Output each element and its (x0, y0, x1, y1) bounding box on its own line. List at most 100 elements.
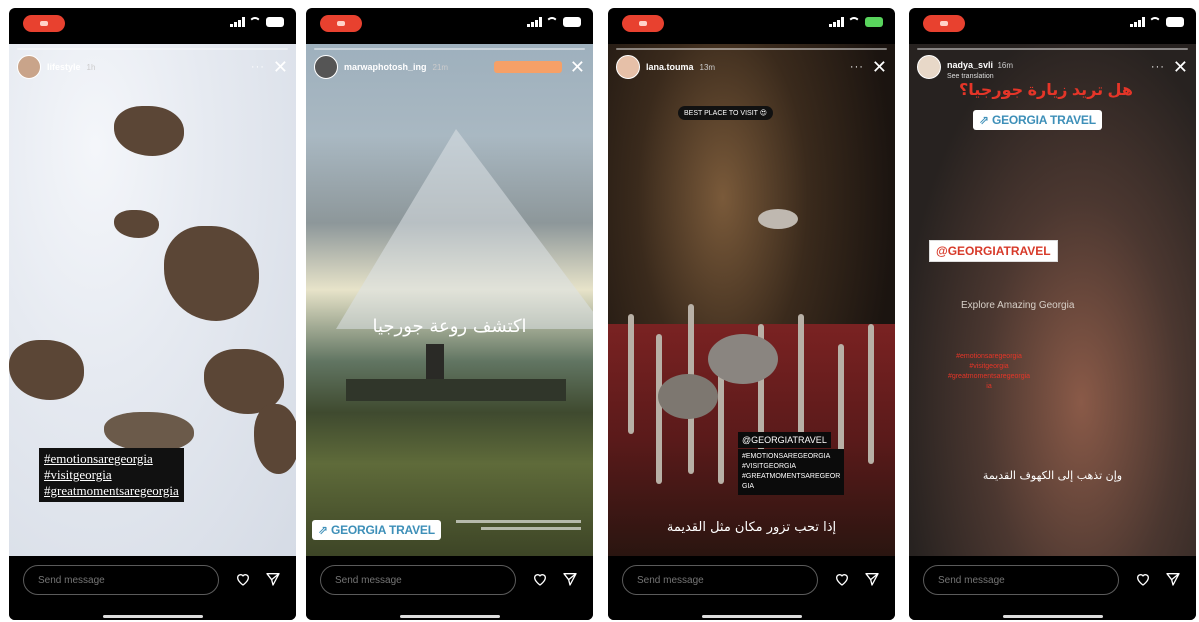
more-options-icon[interactable]: ··· (251, 61, 265, 73)
hashtag[interactable]: #greatmomentsaregeorgia (44, 483, 179, 499)
recording-indicator (320, 15, 362, 32)
hashtag[interactable]: ia (929, 382, 1049, 392)
arabic-caption: اكتشف روعة جورجيا (372, 316, 527, 337)
hashtag[interactable]: #EMOTIONSAREGEORGIA (742, 452, 840, 462)
reply-bar (608, 558, 895, 620)
status-bar (306, 8, 593, 40)
close-icon[interactable]: ✕ (872, 58, 887, 76)
story-content[interactable]: lana.touma 13m ··· ✕ BEST PLACE TO VISIT… (608, 44, 895, 556)
hashtag[interactable]: #emotionsaregeorgia (929, 352, 1049, 362)
more-options-icon[interactable]: ··· (1151, 61, 1165, 73)
close-icon[interactable]: ✕ (273, 58, 288, 76)
wifi-icon (249, 17, 261, 27)
story-progress-bar (314, 48, 585, 50)
hashtag[interactable]: #GREATMOMENTSAREGEOR (742, 472, 840, 482)
home-indicator (400, 615, 500, 618)
send-icon[interactable] (864, 571, 880, 587)
close-icon[interactable]: ✕ (1173, 58, 1188, 76)
arabic-caption: وإن تذهب إلى الكهوف القديمة (982, 469, 1123, 482)
story-header: marwaphotosh_ing 21m ✕ (314, 54, 585, 80)
avatar[interactable] (314, 55, 338, 79)
wifi-icon (546, 17, 558, 27)
avatar[interactable] (17, 55, 41, 79)
story-header: nadya_svli 16m See translation ··· ✕ (917, 54, 1188, 80)
explore-text: Explore Amazing Georgia (961, 300, 1075, 311)
avatar[interactable] (616, 55, 640, 79)
username[interactable]: nadya_svli (947, 60, 993, 70)
username[interactable]: marwaphotosh_ing (344, 62, 427, 72)
send-message-input[interactable] (923, 565, 1119, 595)
signal-icon (230, 17, 245, 27)
home-indicator (1003, 615, 1103, 618)
story-phone-1: lifestyle 1h ··· ✕ #emotionsaregeorgia #… (9, 8, 296, 620)
story-progress-bar (917, 48, 1188, 50)
signal-icon (527, 17, 542, 27)
hashtag[interactable]: #emotionsaregeorgia (44, 451, 179, 467)
mountain-photo (306, 44, 593, 556)
small-caption (456, 520, 581, 530)
signal-icon (1130, 17, 1145, 27)
send-icon[interactable] (1165, 571, 1181, 587)
recording-indicator (622, 15, 664, 32)
red-hashtags: #emotionsaregeorgia #visitgeorgia #great… (929, 352, 1049, 392)
reply-bar (306, 558, 593, 620)
story-progress-bar (17, 48, 288, 50)
status-bar (909, 8, 1196, 40)
heart-icon[interactable] (235, 571, 251, 587)
recording-indicator (23, 15, 65, 32)
story-time: 16m (997, 60, 1014, 70)
signal-icon (829, 17, 844, 27)
send-message-input[interactable] (622, 565, 818, 595)
mention-tag[interactable]: @GEORGIATRAVEL (738, 432, 831, 448)
hashtag-list: #EMOTIONSAREGEORGIA #VISITGEORGIA #GREAT… (738, 449, 845, 495)
travel-badge[interactable]: ⇗ GEORGIA TRAVEL (973, 110, 1102, 130)
home-indicator (103, 615, 203, 618)
story-content[interactable]: lifestyle 1h ··· ✕ #emotionsaregeorgia #… (9, 44, 296, 556)
story-header: lifestyle 1h ··· ✕ (17, 54, 288, 80)
story-content[interactable]: nadya_svli 16m See translation ··· ✕ هل … (909, 44, 1196, 556)
story-time: 13m (699, 62, 716, 72)
send-icon[interactable] (562, 571, 578, 587)
heart-icon[interactable] (532, 571, 548, 587)
story-phone-3: lana.touma 13m ··· ✕ BEST PLACE TO VISIT… (608, 8, 895, 620)
heart-icon[interactable] (1135, 571, 1151, 587)
hashtag[interactable]: #greatmomentsaregeorgia (929, 372, 1049, 382)
wifi-icon (1149, 17, 1161, 27)
arabic-caption: إذا تحب تزور مكان مثل القديمة (666, 520, 837, 535)
send-message-input[interactable] (320, 565, 516, 595)
travel-badge[interactable]: ⇗ GEORGIA TRAVEL (312, 520, 441, 540)
recording-indicator (923, 15, 965, 32)
story-time: 21m (432, 62, 449, 72)
send-icon[interactable] (265, 571, 281, 587)
see-translation-link[interactable]: See translation (947, 73, 1013, 80)
reply-bar (9, 558, 296, 620)
mention-badge[interactable]: @GEORGIATRAVEL (929, 240, 1058, 262)
username[interactable]: lana.touma (646, 62, 694, 72)
story-phone-2: marwaphotosh_ing 21m ✕ اكتشف روعة جورجيا… (306, 8, 593, 620)
story-header: lana.touma 13m ··· ✕ (616, 54, 887, 80)
more-options-icon[interactable]: ··· (850, 61, 864, 73)
status-bar (9, 8, 296, 40)
heart-icon[interactable] (834, 571, 850, 587)
story-content[interactable]: marwaphotosh_ing 21m ✕ اكتشف روعة جورجيا… (306, 44, 593, 556)
story-phone-4: nadya_svli 16m See translation ··· ✕ هل … (909, 8, 1196, 620)
hashtag-block: #emotionsaregeorgia #visitgeorgia #great… (39, 448, 184, 502)
battery-icon (563, 17, 581, 27)
best-place-chip: BEST PLACE TO VISIT 😍 (678, 106, 774, 120)
reply-bar (909, 558, 1196, 620)
sponsor-chip[interactable] (493, 61, 562, 73)
send-message-input[interactable] (23, 565, 219, 595)
story-progress-bar (616, 48, 887, 50)
avatar[interactable] (917, 55, 941, 79)
home-indicator (702, 615, 802, 618)
battery-icon (266, 17, 284, 27)
wifi-icon (848, 17, 860, 27)
arabic-question: هل تريد زيارة جورجيا؟ (959, 82, 1133, 99)
battery-icon (865, 17, 883, 27)
hashtag[interactable]: #visitgeorgia (44, 467, 179, 483)
hashtag[interactable]: #VISITGEORGIA (742, 462, 840, 472)
hashtag[interactable]: #visitgeorgia (929, 362, 1049, 372)
close-icon[interactable]: ✕ (570, 58, 585, 76)
username[interactable]: lifestyle (47, 62, 81, 72)
hashtag[interactable]: GIA (742, 482, 840, 492)
